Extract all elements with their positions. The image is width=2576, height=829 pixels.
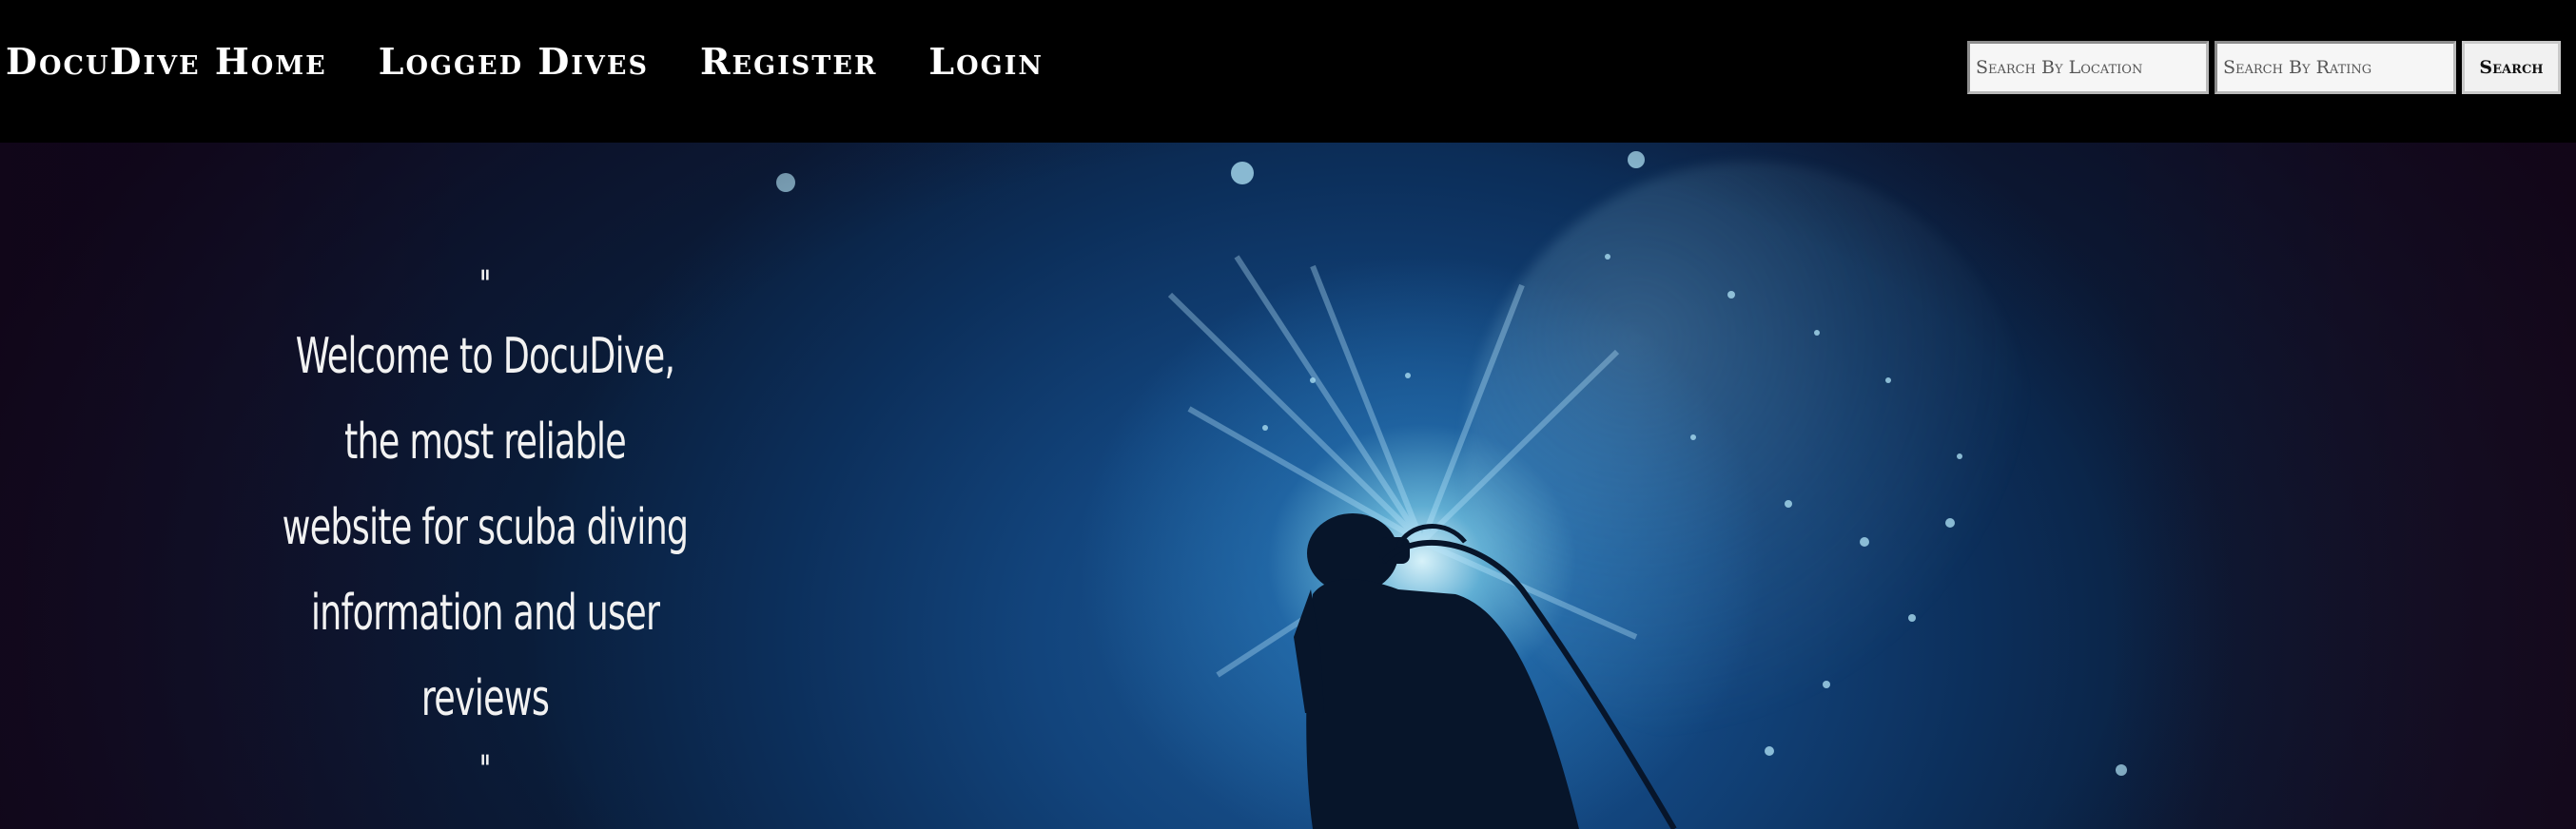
search-location-input[interactable] [1967, 41, 2209, 94]
nav-link-home[interactable]: DocuDive Home [6, 40, 327, 83]
quote-close-mark: " [479, 748, 491, 792]
quote-open-mark: " [479, 263, 491, 307]
nav-link-register[interactable]: Register [700, 40, 877, 83]
nav-link-login[interactable]: Login [928, 40, 1044, 83]
nav-link-logged-dives[interactable]: Logged Dives [379, 40, 649, 83]
search-rating-input[interactable] [2215, 41, 2456, 94]
search-form: Search [1967, 41, 2576, 94]
nav-links: DocuDive Home Logged Dives Register Logi… [0, 40, 1044, 83]
welcome-message: Welcome to DocuDive, the most reliable w… [282, 328, 689, 727]
page: DocuDive Home Logged Dives Register Logi… [0, 0, 2576, 829]
top-navigation-bar: DocuDive Home Logged Dives Register Logi… [0, 0, 2576, 143]
search-button[interactable]: Search [2462, 41, 2561, 94]
welcome-quote: " Welcome to DocuDive, the most reliable… [238, 257, 732, 799]
hero-banner: " Welcome to DocuDive, the most reliable… [0, 143, 2576, 829]
